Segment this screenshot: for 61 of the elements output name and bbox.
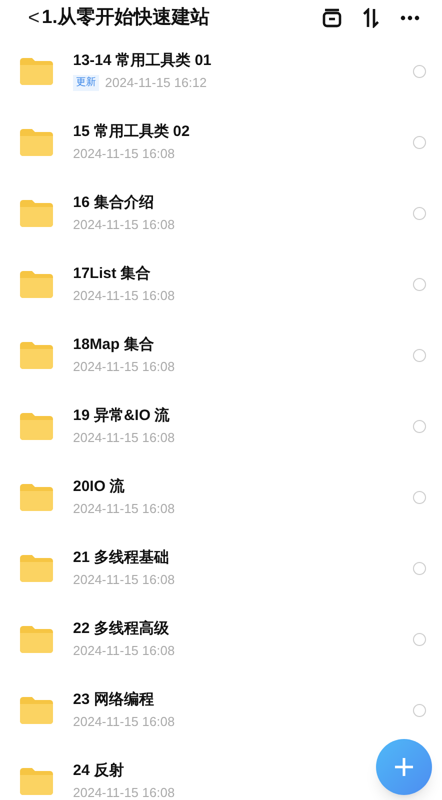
select-radio[interactable] [413,65,426,78]
folder-row[interactable]: 15 常用工具类 02 2024-11-15 16:08 [0,107,442,178]
select-radio[interactable] [413,562,426,575]
folder-icon [20,484,53,511]
sort-icon[interactable] [362,8,380,28]
modified-date: 2024-11-15 16:08 [73,500,175,518]
modified-date: 2024-11-15 16:08 [73,712,175,730]
folder-name: 13-14 常用工具类 01 [73,50,212,70]
folder-row[interactable]: 19 异常&IO 流 2024-11-15 16:08 [0,391,442,462]
folder-name: 17List 集合 [73,264,151,284]
folder-name: 15 常用工具类 02 [73,122,190,142]
select-radio[interactable] [413,349,426,362]
update-tag: 更新 [73,74,99,90]
modified-date: 2024-11-15 16:08 [73,428,175,446]
folder-icon [20,58,53,85]
folder-icon [20,697,53,724]
folder-icon [20,768,53,795]
folder-name: 21 多线程基础 [73,548,169,568]
folder-name: 24 反射 [73,760,124,780]
modified-date: 2024-11-15 16:08 [73,144,175,162]
folder-icon [20,555,53,582]
folder-row[interactable]: 13-14 常用工具类 01 更新 2024-11-15 16:12 [0,36,442,107]
folder-icon [20,342,53,369]
folder-row[interactable]: 24 反射 2024-11-15 16:08 [0,746,442,800]
modified-date: 2024-11-15 16:12 [105,74,207,92]
select-radio[interactable] [413,278,426,291]
folder-name: 19 异常&IO 流 [73,406,170,426]
folder-name: 23 网络编程 [73,690,154,710]
folder-row[interactable]: 17List 集合 2024-11-15 16:08 [0,249,442,320]
folder-icon [20,626,53,653]
select-radio[interactable] [413,136,426,149]
folder-row[interactable]: 23 网络编程 2024-11-15 16:08 [0,675,442,746]
folder-name: 18Map 集合 [73,334,154,354]
select-radio[interactable] [413,633,426,646]
folder-name: 22 多线程高级 [73,618,169,638]
modified-date: 2024-11-15 16:08 [73,358,175,376]
select-radio[interactable] [413,207,426,220]
folder-icon [20,129,53,156]
folder-row[interactable]: 20IO 流 2024-11-15 16:08 [0,462,442,533]
folder-row[interactable]: 21 多线程基础 2024-11-15 16:08 [0,533,442,604]
back-button[interactable]: < [28,3,40,33]
modified-date: 2024-11-15 16:08 [73,216,175,234]
tray-icon[interactable] [322,8,342,28]
folder-icon [20,200,53,227]
more-icon[interactable] [400,15,420,21]
plus-icon [394,757,414,777]
select-radio[interactable] [413,491,426,504]
folder-row[interactable]: 16 集合介绍 2024-11-15 16:08 [0,178,442,249]
folder-row[interactable]: 18Map 集合 2024-11-15 16:08 [0,320,442,391]
folder-row[interactable]: 22 多线程高级 2024-11-15 16:08 [0,604,442,675]
select-radio[interactable] [413,420,426,433]
folder-name: 20IO 流 [73,476,125,496]
folder-title: 1.从零开始快速建站 [42,6,210,30]
select-radio[interactable] [413,704,426,717]
folder-icon [20,413,53,440]
modified-date: 2024-11-15 16:08 [73,286,175,304]
modified-date: 2024-11-15 16:08 [73,642,175,660]
folder-name: 16 集合介绍 [73,192,154,212]
modified-date: 2024-11-15 16:08 [73,570,175,588]
folder-icon [20,271,53,298]
modified-date: 2024-11-15 16:08 [73,784,175,800]
